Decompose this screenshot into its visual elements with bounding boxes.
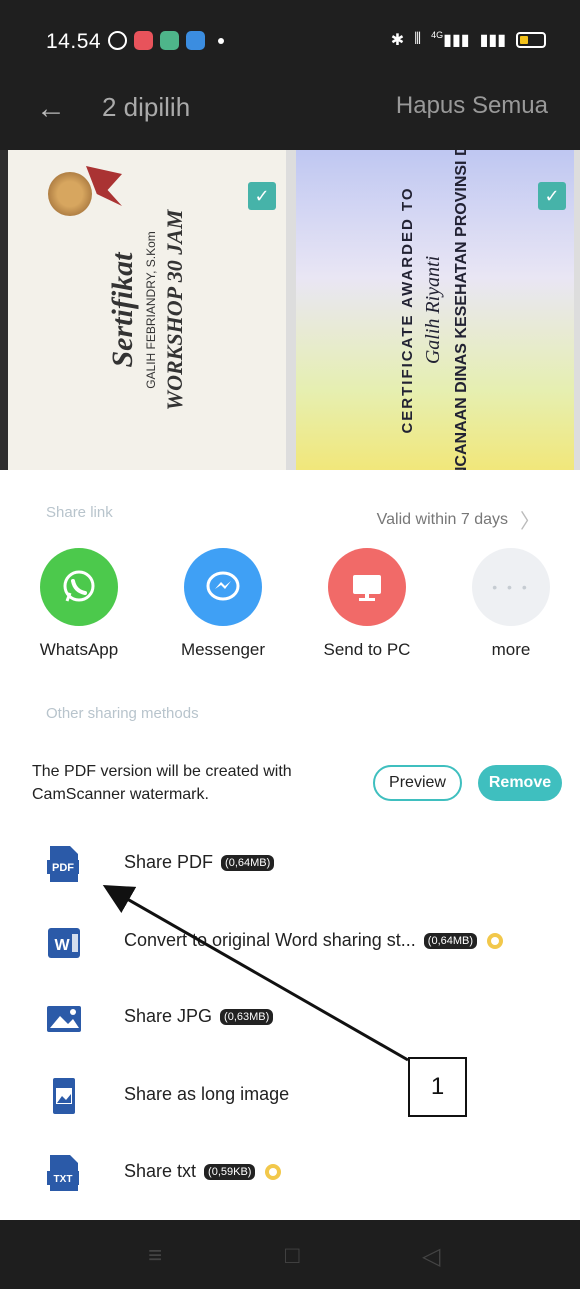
back-nav-icon[interactable]: ◁ — [422, 1242, 440, 1271]
annotation-label-box: 1 — [408, 1057, 467, 1117]
system-navigation-bar: ≡ □ ◁ — [0, 1220, 580, 1289]
annotation-arrow — [102, 885, 409, 1062]
recent-apps-icon[interactable]: ≡ — [148, 1242, 162, 1270]
home-icon[interactable]: □ — [285, 1242, 300, 1270]
